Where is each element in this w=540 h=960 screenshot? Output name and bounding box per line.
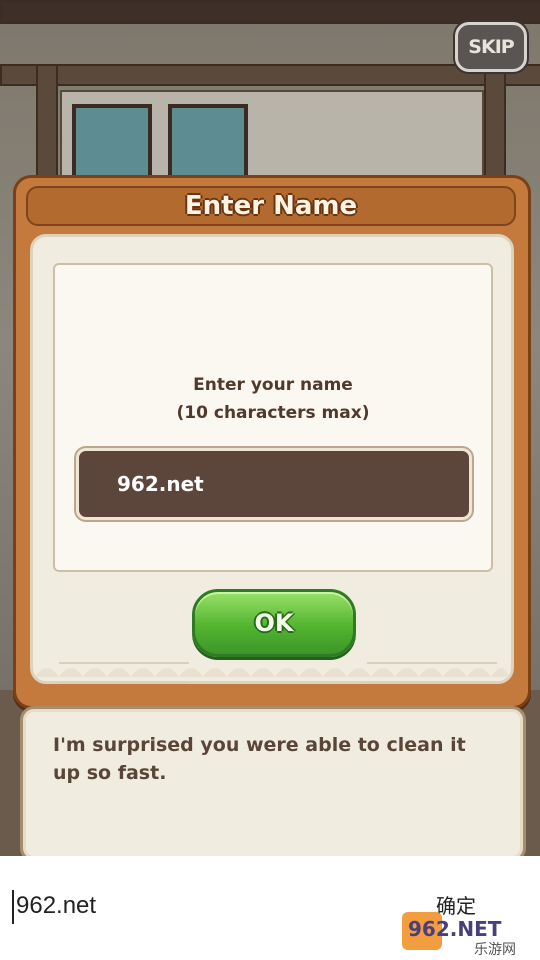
dialog-inner-frame: Enter your name (10 characters max) [53, 263, 493, 572]
roof-rafter [0, 0, 540, 24]
text-caret [12, 889, 14, 924]
watermark-caption: 乐游网 [474, 942, 516, 958]
dialog-title-bar: Enter Name [26, 186, 516, 226]
skip-button[interactable]: SKIP [455, 22, 527, 72]
enter-name-dialog: Enter Name Enter your name (10 character… [13, 175, 531, 709]
name-input-value: 962.net [117, 472, 204, 496]
window-right [168, 104, 248, 184]
ok-button[interactable]: OK [192, 589, 356, 657]
keyboard-text-input[interactable]: 962.net [12, 886, 96, 926]
962-net-watermark-logo: 962.NET 乐游网 [402, 912, 516, 958]
name-length-hint: (10 characters max) [176, 403, 370, 423]
skip-label: SKIP [468, 36, 514, 58]
name-prompt: Enter your name [193, 375, 353, 395]
window-left [72, 104, 152, 184]
watermark-brand: 962.NET [408, 917, 502, 941]
dialogue-text: I'm surprised you were able to clean it … [53, 734, 466, 784]
ok-label: OK [254, 609, 294, 637]
keyboard-input-value: 962.net [16, 892, 97, 919]
dialogue-box[interactable]: I'm surprised you were able to clean it … [20, 706, 526, 862]
dialog-title: Enter Name [184, 191, 358, 221]
name-input-field[interactable]: 962.net [76, 448, 472, 520]
